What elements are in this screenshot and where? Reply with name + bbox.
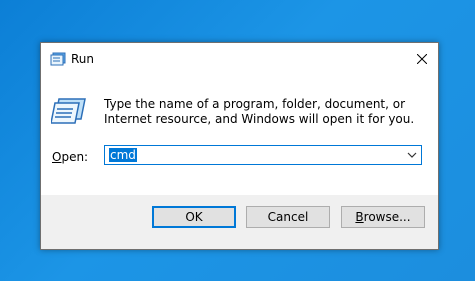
open-label-text: pen:	[61, 150, 89, 164]
close-button[interactable]	[406, 43, 438, 75]
browse-button-label: Browse...	[355, 210, 410, 224]
browse-label-text: rowse...	[363, 210, 411, 224]
dialog-description: Type the name of a program, folder, docu…	[104, 97, 415, 126]
chevron-down-icon[interactable]	[407, 151, 417, 159]
ok-button-label: OK	[185, 210, 203, 224]
run-program-icon	[51, 98, 86, 124]
window-title: Run	[71, 52, 95, 66]
browse-button[interactable]: Browse...	[341, 206, 425, 228]
browse-accelerator: B	[355, 210, 364, 224]
open-label: Open:	[52, 149, 88, 165]
run-dialog: Run Type the name of a program, folder, …	[40, 42, 439, 250]
title-bar[interactable]: Run	[41, 43, 438, 75]
open-input-value[interactable]: cmd	[109, 148, 137, 162]
cancel-button[interactable]: Cancel	[246, 206, 330, 228]
button-bar: OK Cancel Browse...	[41, 195, 438, 249]
run-icon	[50, 52, 66, 66]
ok-button[interactable]: OK	[152, 206, 236, 228]
open-combobox[interactable]: cmd	[104, 145, 422, 165]
cancel-button-label: Cancel	[267, 210, 309, 224]
dialog-body: Type the name of a program, folder, docu…	[41, 75, 438, 195]
close-icon	[417, 54, 427, 64]
